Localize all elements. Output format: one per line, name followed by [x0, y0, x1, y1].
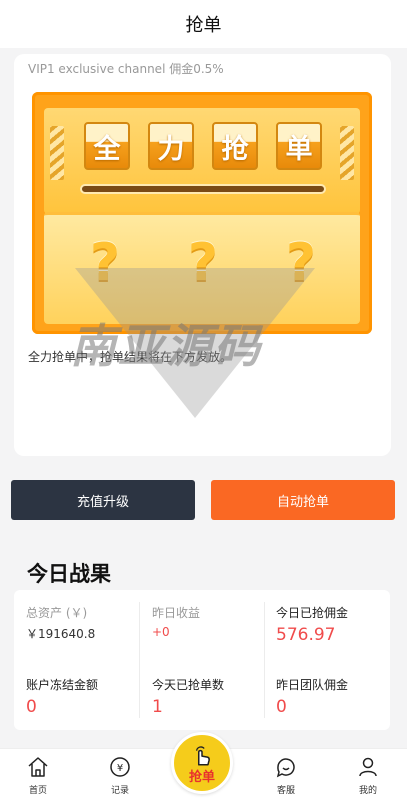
channel-label: VIP1 exclusive channel 佣金0.5% [28, 62, 224, 76]
stripes-left [50, 126, 64, 180]
tab-mine[interactable]: 我的 [338, 755, 398, 796]
question-slot-1: ? [89, 233, 121, 293]
user-icon [359, 757, 377, 777]
machine-slot-bar [80, 184, 326, 194]
stat-today-orders: 今天已抢单数 1 [152, 676, 272, 717]
stat-yesterday-earnings: 昨日收益 +0 [152, 604, 272, 639]
tab-label: 客服 [276, 786, 295, 796]
stat-label: 账户冻结金额 [26, 678, 99, 692]
grab-label: 抢单 [188, 769, 215, 785]
stat-value: +0 [152, 625, 170, 639]
tab-grab-button[interactable]: 抢单 [171, 732, 233, 794]
recharge-upgrade-button[interactable]: 充值升级 [11, 480, 195, 520]
stats-panel: 总资产 (￥) ￥191640.8 昨日收益 +0 今日已抢佣金 576.97 … [14, 590, 390, 730]
stat-value: 0 [276, 697, 287, 717]
machine-tile-3: 抢 [212, 122, 258, 170]
machine-tile-1: 全 [84, 122, 130, 170]
auto-grab-button[interactable]: 自动抢单 [211, 480, 395, 520]
stat-today-commission: 今日已抢佣金 576.97 [276, 604, 396, 645]
tab-home[interactable]: 首页 [8, 755, 68, 796]
stat-value: 0 [26, 697, 37, 717]
machine-result-panel: ? ? ? [44, 212, 360, 324]
chat-icon [276, 758, 295, 778]
tab-label: 首页 [28, 786, 47, 796]
results-title: 今日战果 [27, 562, 111, 586]
stat-label: 总资产 (￥) [26, 606, 88, 620]
stat-frozen-amount: 账户冻结金额 0 [26, 676, 146, 717]
tap-hand-icon [195, 745, 210, 766]
question-slot-2: ? [187, 233, 219, 293]
svg-text:¥: ¥ [117, 763, 123, 774]
page-header: 抢单 [0, 0, 407, 48]
tab-service[interactable]: 客服 [256, 755, 316, 796]
stat-label: 昨日收益 [152, 606, 201, 620]
stat-team-commission: 昨日团队佣金 0 [276, 676, 396, 717]
machine-tile-4: 单 [276, 122, 322, 170]
page-title: 抢单 [185, 15, 222, 36]
tab-label: 我的 [358, 786, 377, 796]
stat-label: 今日已抢佣金 [276, 606, 349, 620]
stripes-right [340, 126, 354, 180]
machine-tile-2: 力 [148, 122, 194, 170]
machine-top-panel: 全 力 抢 单 [44, 108, 360, 214]
slot-machine[interactable]: 全 力 抢 单 ? ? ? [32, 92, 372, 334]
stat-value: ￥191640.8 [26, 627, 96, 641]
stat-total-assets: 总资产 (￥) ￥191640.8 [26, 604, 146, 642]
stat-value: 576.97 [276, 625, 336, 645]
records-icon: ¥ [110, 757, 130, 777]
question-slot-3: ? [285, 233, 317, 293]
tab-label: 记录 [110, 786, 129, 796]
home-icon [28, 757, 48, 777]
grab-card: VIP1 exclusive channel 佣金0.5% 全 力 抢 单 ? … [14, 54, 391, 456]
stat-value: 1 [152, 697, 163, 717]
stat-label: 昨日团队佣金 [276, 678, 349, 692]
grab-status-text: 全力抢单中，抢单结果将在下方发放。 [28, 350, 233, 364]
stat-label: 今天已抢单数 [152, 678, 225, 692]
tab-records[interactable]: ¥ 记录 [90, 755, 150, 796]
